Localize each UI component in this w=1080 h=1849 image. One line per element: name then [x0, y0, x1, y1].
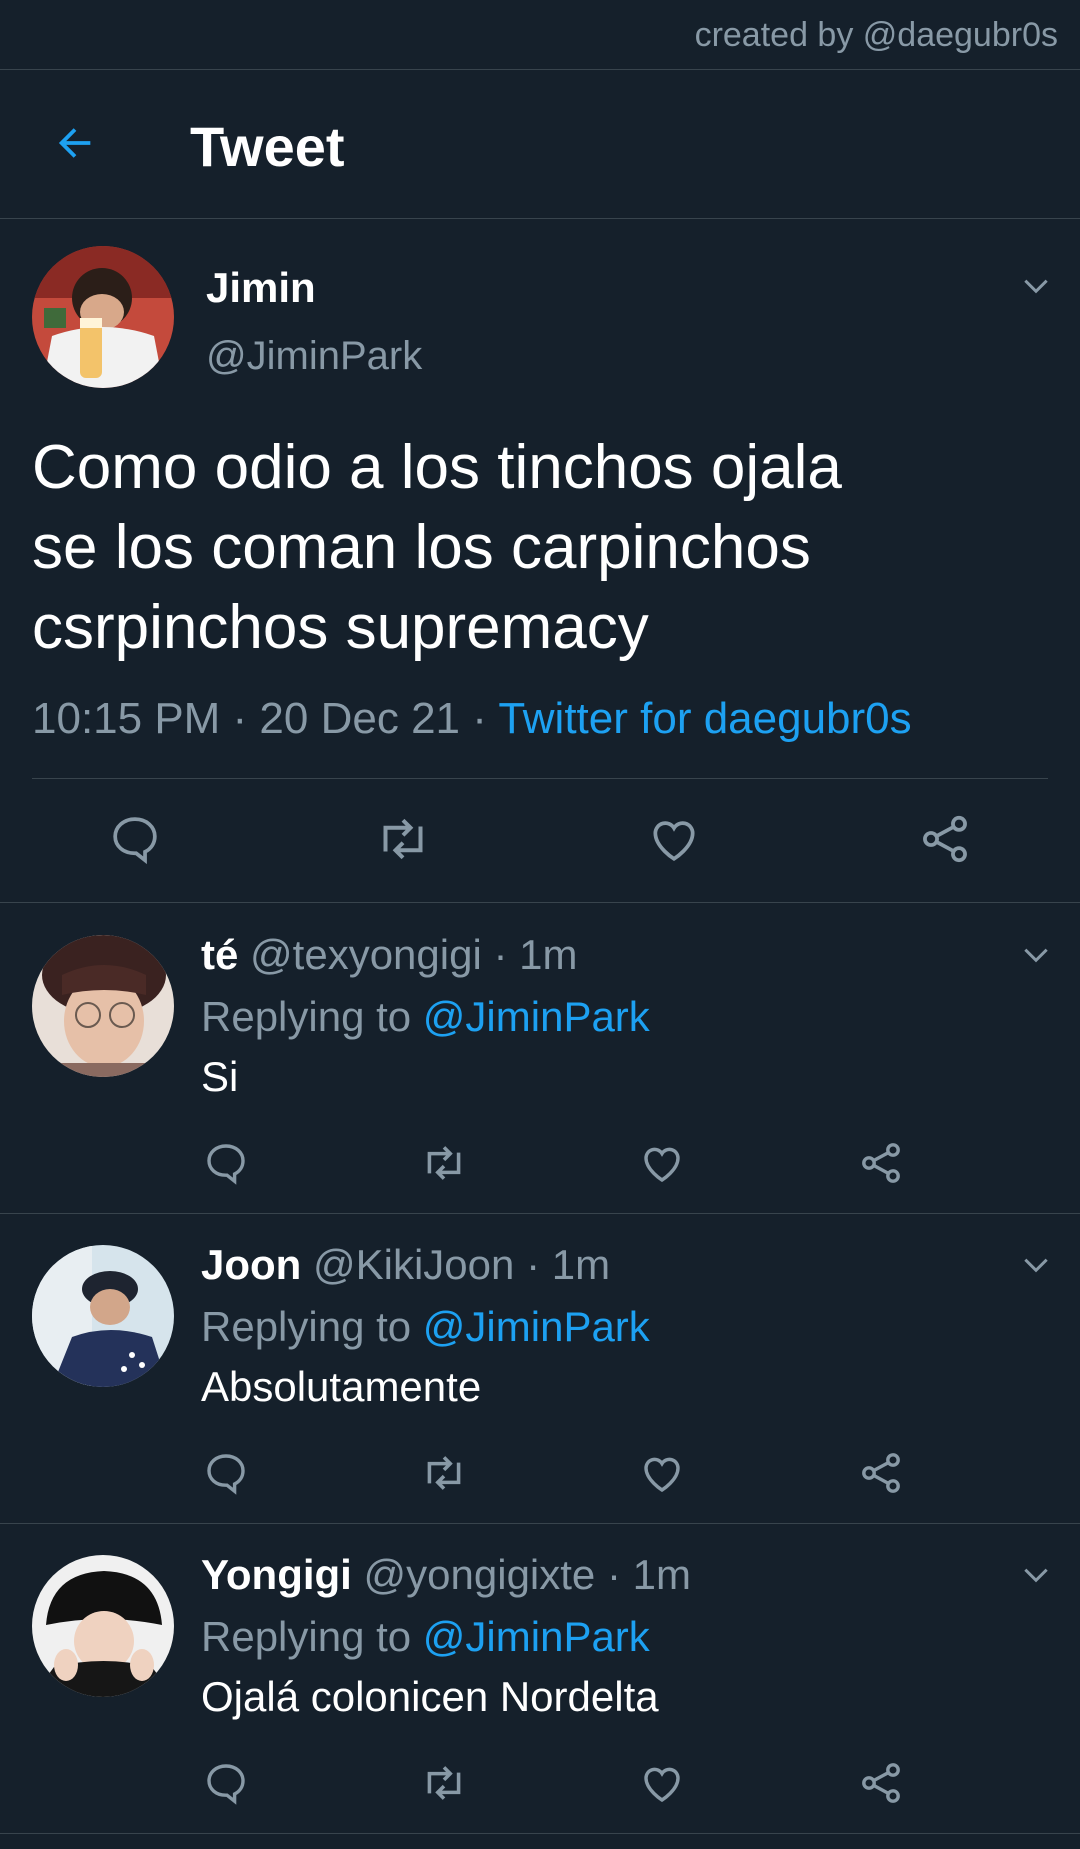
- retweet-button[interactable]: [374, 810, 432, 868]
- reply-tweet[interactable]: té @texyongigi · 1m Replying to @JiminPa…: [0, 903, 1080, 1214]
- retweet-button[interactable]: [420, 1759, 468, 1807]
- more-options-button[interactable]: [1018, 937, 1054, 973]
- author-handle[interactable]: @JiminPark: [206, 334, 422, 379]
- replying-to: Replying to @JiminPark: [201, 1303, 650, 1351]
- replying-prefix: Replying to: [201, 1613, 423, 1660]
- retweet-icon: [419, 1448, 469, 1498]
- top-bar: Tweet: [0, 69, 1080, 219]
- heart-icon: [646, 811, 702, 867]
- like-button[interactable]: [638, 1759, 686, 1807]
- replying-prefix: Replying to: [201, 1303, 423, 1350]
- replying-to: Replying to @JiminPark: [201, 1613, 650, 1661]
- mention-link[interactable]: @JiminPark: [423, 1303, 650, 1350]
- tweet-meta: 10:15 PM · 20 Dec 21 · Twitter for daegu…: [32, 694, 912, 744]
- reply-header: té @texyongigi · 1m: [201, 931, 577, 979]
- reply-tweet[interactable]: Yongigi @yongigixte · 1m Replying to @Ji…: [0, 1523, 1080, 1834]
- share-icon: [857, 1449, 905, 1497]
- reply-icon: [107, 811, 163, 867]
- tweet-timestamp: 10:15 PM · 20 Dec 21 ·: [32, 694, 499, 743]
- heart-icon: [638, 1139, 686, 1187]
- avatar-jimin-image: [32, 246, 174, 388]
- heart-icon: [638, 1449, 686, 1497]
- share-icon: [857, 1139, 905, 1187]
- chevron-down-icon: [1020, 270, 1052, 302]
- arrow-left-icon: [52, 120, 98, 166]
- heart-icon: [638, 1759, 686, 1807]
- reply-icon: [202, 1449, 250, 1497]
- divider: [32, 778, 1048, 779]
- tweet-text-line: se los coman los carpinchos: [32, 513, 811, 582]
- share-button[interactable]: [857, 1139, 905, 1187]
- reply-icon: [202, 1139, 250, 1187]
- reply-button[interactable]: [202, 1449, 250, 1497]
- like-button[interactable]: [638, 1449, 686, 1497]
- share-button[interactable]: [857, 1759, 905, 1807]
- like-button[interactable]: [638, 1139, 686, 1187]
- avatar[interactable]: [32, 935, 174, 1077]
- reply-button[interactable]: [106, 810, 164, 868]
- more-options-button[interactable]: [1018, 268, 1054, 304]
- reply-author-name[interactable]: Yongigi: [201, 1551, 352, 1598]
- retweet-icon: [373, 809, 433, 869]
- reply-author-handle[interactable]: @yongigixte: [364, 1551, 596, 1598]
- replying-to: Replying to @JiminPark: [201, 993, 650, 1041]
- reply-author-handle[interactable]: @texyongigi: [250, 931, 482, 978]
- tweet-text: Como odio a los tinchos ojala se los com…: [32, 428, 1032, 668]
- share-icon: [857, 1759, 905, 1807]
- reply-author-handle[interactable]: @KikiJoon: [313, 1241, 514, 1288]
- reply-icon: [202, 1759, 250, 1807]
- reply-button[interactable]: [202, 1759, 250, 1807]
- share-button[interactable]: [857, 1449, 905, 1497]
- reply-text: Ojalá colonicen Nordelta: [201, 1673, 659, 1720]
- chevron-down-icon: [1020, 1559, 1052, 1591]
- reply-tweet[interactable]: Joon @KikiJoon · 1m Replying to @JiminPa…: [0, 1213, 1080, 1524]
- reply-time: · 1m: [606, 1551, 691, 1598]
- chevron-down-icon: [1020, 939, 1052, 971]
- retweet-icon: [419, 1138, 469, 1188]
- avatar-te-image: [32, 935, 174, 1077]
- like-button[interactable]: [645, 810, 703, 868]
- page-title: Tweet: [190, 115, 345, 178]
- tweet-text-line: Como odio a los tinchos ojala: [32, 433, 842, 502]
- reply-header: Yongigi @yongigixte · 1m: [201, 1551, 691, 1599]
- avatar[interactable]: [32, 1245, 174, 1387]
- author-name[interactable]: Jimin: [206, 264, 316, 312]
- avatar[interactable]: [32, 1555, 174, 1697]
- share-button[interactable]: [916, 810, 974, 868]
- retweet-icon: [419, 1758, 469, 1808]
- avatar-joon-image: [32, 1245, 174, 1387]
- reply-text: Absolutamente: [201, 1363, 482, 1410]
- more-options-button[interactable]: [1018, 1247, 1054, 1283]
- retweet-button[interactable]: [420, 1139, 468, 1187]
- reply-button[interactable]: [202, 1139, 250, 1187]
- avatar-yongigi-image: [32, 1555, 174, 1697]
- reply-time: · 1m: [526, 1241, 611, 1288]
- replying-prefix: Replying to: [201, 993, 423, 1040]
- tweet-text-line: csrpinchos supremacy: [32, 593, 649, 662]
- retweet-button[interactable]: [420, 1449, 468, 1497]
- reply-time: · 1m: [493, 931, 578, 978]
- chevron-down-icon: [1020, 1249, 1052, 1281]
- reply-header: Joon @KikiJoon · 1m: [201, 1241, 610, 1289]
- avatar[interactable]: [32, 246, 174, 388]
- more-options-button[interactable]: [1018, 1557, 1054, 1593]
- mention-link[interactable]: @JiminPark: [423, 1613, 650, 1660]
- reply-author-name[interactable]: té: [201, 931, 238, 978]
- credit-text: created by @daegubr0s: [694, 16, 1058, 54]
- mention-link[interactable]: @JiminPark: [423, 993, 650, 1040]
- reply-author-name[interactable]: Joon: [201, 1241, 301, 1288]
- back-button[interactable]: [44, 112, 106, 174]
- share-icon: [917, 811, 973, 867]
- tweet-source-link[interactable]: Twitter for daegubr0s: [498, 694, 911, 743]
- reply-text: Si: [201, 1053, 239, 1100]
